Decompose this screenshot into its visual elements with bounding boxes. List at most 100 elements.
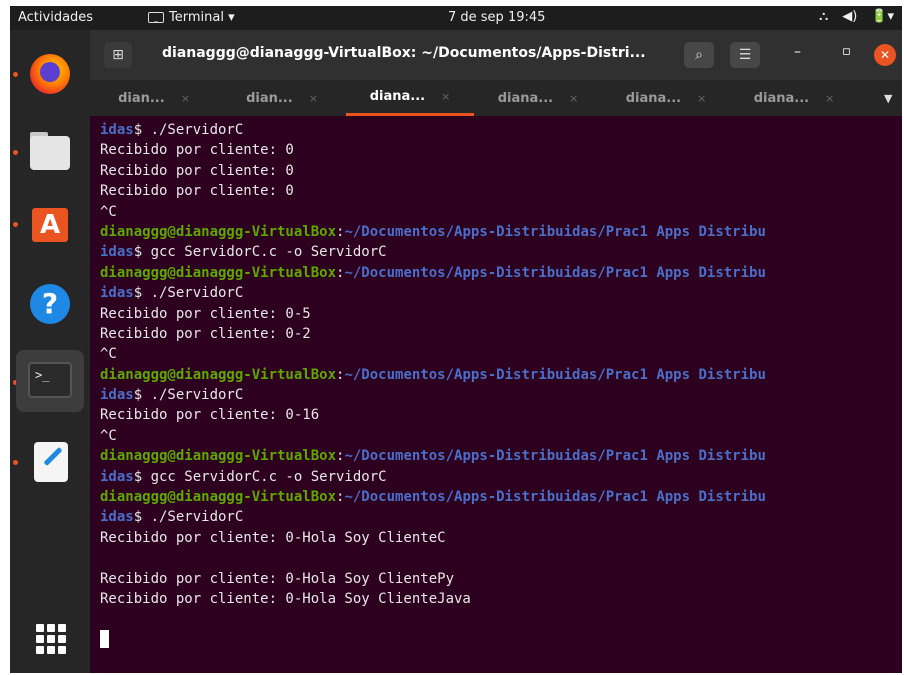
tab[interactable]: dian... × [218, 80, 346, 116]
volume-icon[interactable]: ◀) [842, 9, 857, 24]
terminal-text: Recibido por cliente: 0-Hola Soy Cliente… [100, 590, 471, 607]
search-icon: ⌕ [695, 47, 703, 63]
dock: A ? >_ [10, 30, 90, 673]
minimize-button[interactable]: – [794, 44, 801, 60]
app-menu-label: Terminal ▾ [169, 10, 235, 25]
terminal-text: Recibido por cliente: 0-5 [100, 305, 311, 322]
terminal-prompt-icon: >_ [28, 362, 72, 398]
terminal-text: Recibido por cliente: 0 [100, 142, 294, 159]
app-menu[interactable]: _ Terminal ▾ [148, 10, 235, 25]
running-indicator [13, 150, 18, 155]
terminal-text: $ ./ServidorC [133, 285, 244, 302]
terminal-line: dianaggg@dianaggg-VirtualBox:~/Documento… [100, 365, 902, 385]
tabs-dropdown-icon[interactable]: ▼ [884, 92, 892, 105]
terminal-line: idas$ ./ServidorC [100, 507, 902, 527]
text-cursor [100, 629, 109, 648]
running-indicator [13, 222, 18, 227]
help-icon[interactable]: ? [24, 278, 76, 330]
terminal-line: Recibido por cliente: 0-Hola Soy Cliente… [100, 528, 902, 548]
prompt-path: idas [100, 509, 134, 526]
terminal-line: idas$ gcc ServidorC.c -o ServidorC [100, 242, 902, 262]
tab-close-icon[interactable]: × [309, 92, 318, 105]
terminal-line: idas$ ./ServidorC [100, 120, 902, 140]
hamburger-icon: ☰ [738, 47, 752, 63]
tab-close-icon[interactable]: × [825, 92, 834, 105]
power-menu-icon[interactable]: 🔋▾ [871, 9, 894, 24]
software-icon[interactable]: A [24, 198, 76, 250]
top-bar: Actividades _ Terminal ▾ 7 de sep 19:45 … [10, 6, 902, 30]
terminal-text: ^C [100, 203, 117, 220]
terminal-line: Recibido por cliente: 0 [100, 161, 902, 181]
tab-active[interactable]: diana... × [346, 80, 474, 116]
prompt-path: idas [100, 122, 134, 138]
prompt-user-host: dianaggg@dianaggg-VirtualBox [100, 489, 337, 506]
terminal-line: dianaggg@dianaggg-VirtualBox:~/Documento… [100, 487, 902, 507]
prompt-path: ~/Documentos/Apps-Distribuidas/Prac1 App… [344, 223, 766, 240]
prompt-path: idas [100, 387, 134, 404]
firefox-icon[interactable] [24, 48, 76, 100]
new-tab-icon: ⊞ [112, 47, 124, 63]
terminal-line: dianaggg@dianaggg-VirtualBox:~/Documento… [100, 263, 902, 283]
tab-label: dian... [118, 90, 165, 106]
tab-label: diana... [497, 90, 554, 106]
restore-icon: ▫ [842, 44, 851, 59]
firefox-globe [40, 62, 60, 82]
files-icon[interactable] [24, 126, 76, 178]
prompt-path: ~/Documentos/Apps-Distribuidas/Prac1 App… [344, 264, 766, 281]
terminal-text: $ ./ServidorC [133, 509, 244, 526]
terminal-line [100, 629, 902, 650]
terminal-text: Recibido por cliente: 0-16 [100, 407, 320, 424]
terminal-line: Recibido por cliente: 0-5 [100, 304, 902, 324]
tab[interactable]: diana... × [730, 80, 858, 116]
clock[interactable]: 7 de sep 19:45 [448, 10, 545, 25]
terminal-line: idas$ ./ServidorC [100, 385, 902, 405]
minimize-icon: – [794, 44, 801, 60]
tab-label: dian... [246, 90, 293, 106]
tab-close-icon[interactable]: × [569, 92, 578, 105]
terminal-icon[interactable]: >_ [16, 350, 84, 412]
tab[interactable]: diana... × [602, 80, 730, 116]
activities-button[interactable]: Actividades [18, 10, 93, 25]
tab[interactable]: diana... × [474, 80, 602, 116]
terminal-line: dianaggg@dianaggg-VirtualBox:~/Documento… [100, 222, 902, 242]
tab-label: diana... [753, 90, 810, 106]
terminal-output[interactable]: idas$ ./ServidorC Recibido por cliente: 0… [90, 116, 902, 673]
system-tray[interactable]: ⛬ ◀) 🔋▾ [819, 9, 894, 24]
prompt-path: ~/Documentos/Apps-Distribuidas/Prac1 App… [344, 489, 766, 506]
maximize-button[interactable]: ▫ [842, 44, 851, 59]
prompt-user-host: dianaggg@dianaggg-VirtualBox [100, 264, 337, 281]
terminal-window: ⊞ dianaggg@dianaggg-VirtualBox: ~/Docume… [90, 30, 902, 673]
terminal-line: Recibido por cliente: 0-16 [100, 405, 902, 425]
tab-label: diana... [369, 89, 426, 104]
terminal-text: Recibido por cliente: 0 [100, 162, 294, 179]
terminal-text: ^C [100, 346, 117, 363]
hamburger-menu-button[interactable]: ☰ [730, 42, 760, 68]
app-grid-icon[interactable] [24, 612, 76, 664]
terminal-text: $ ./ServidorC [133, 122, 244, 138]
tab-close-icon[interactable]: × [697, 92, 706, 105]
search-button[interactable]: ⌕ [684, 42, 714, 68]
close-button[interactable]: ✕ [874, 44, 896, 66]
prompt-user-host: dianaggg@dianaggg-VirtualBox [100, 223, 337, 240]
prompt-path: idas [100, 244, 134, 261]
tab-label: diana... [625, 90, 682, 106]
running-indicator [13, 460, 18, 465]
terminal-text: ^C [100, 427, 117, 444]
close-icon: ✕ [879, 48, 891, 62]
prompt-user-host: dianaggg@dianaggg-VirtualBox [100, 366, 337, 383]
terminal-line: Recibido por cliente: 0 [100, 181, 902, 201]
terminal-line: ^C [100, 202, 902, 222]
terminal-line: ^C [100, 426, 902, 446]
shopping-bag-icon: A [32, 208, 68, 242]
terminal-text: $ ./ServidorC [133, 387, 244, 404]
tab-close-icon[interactable]: × [441, 90, 450, 103]
tab-close-icon[interactable]: × [181, 92, 190, 105]
new-tab-button[interactable]: ⊞ [104, 42, 132, 68]
tab[interactable]: dian... × [90, 80, 218, 116]
prompt-path: idas [100, 468, 134, 485]
prompt-user-host: dianaggg@dianaggg-VirtualBox [100, 448, 337, 465]
text-editor-icon[interactable] [24, 436, 76, 488]
network-icon[interactable]: ⛬ [819, 9, 828, 24]
terminal-text: Recibido por cliente: 0 [100, 183, 294, 200]
